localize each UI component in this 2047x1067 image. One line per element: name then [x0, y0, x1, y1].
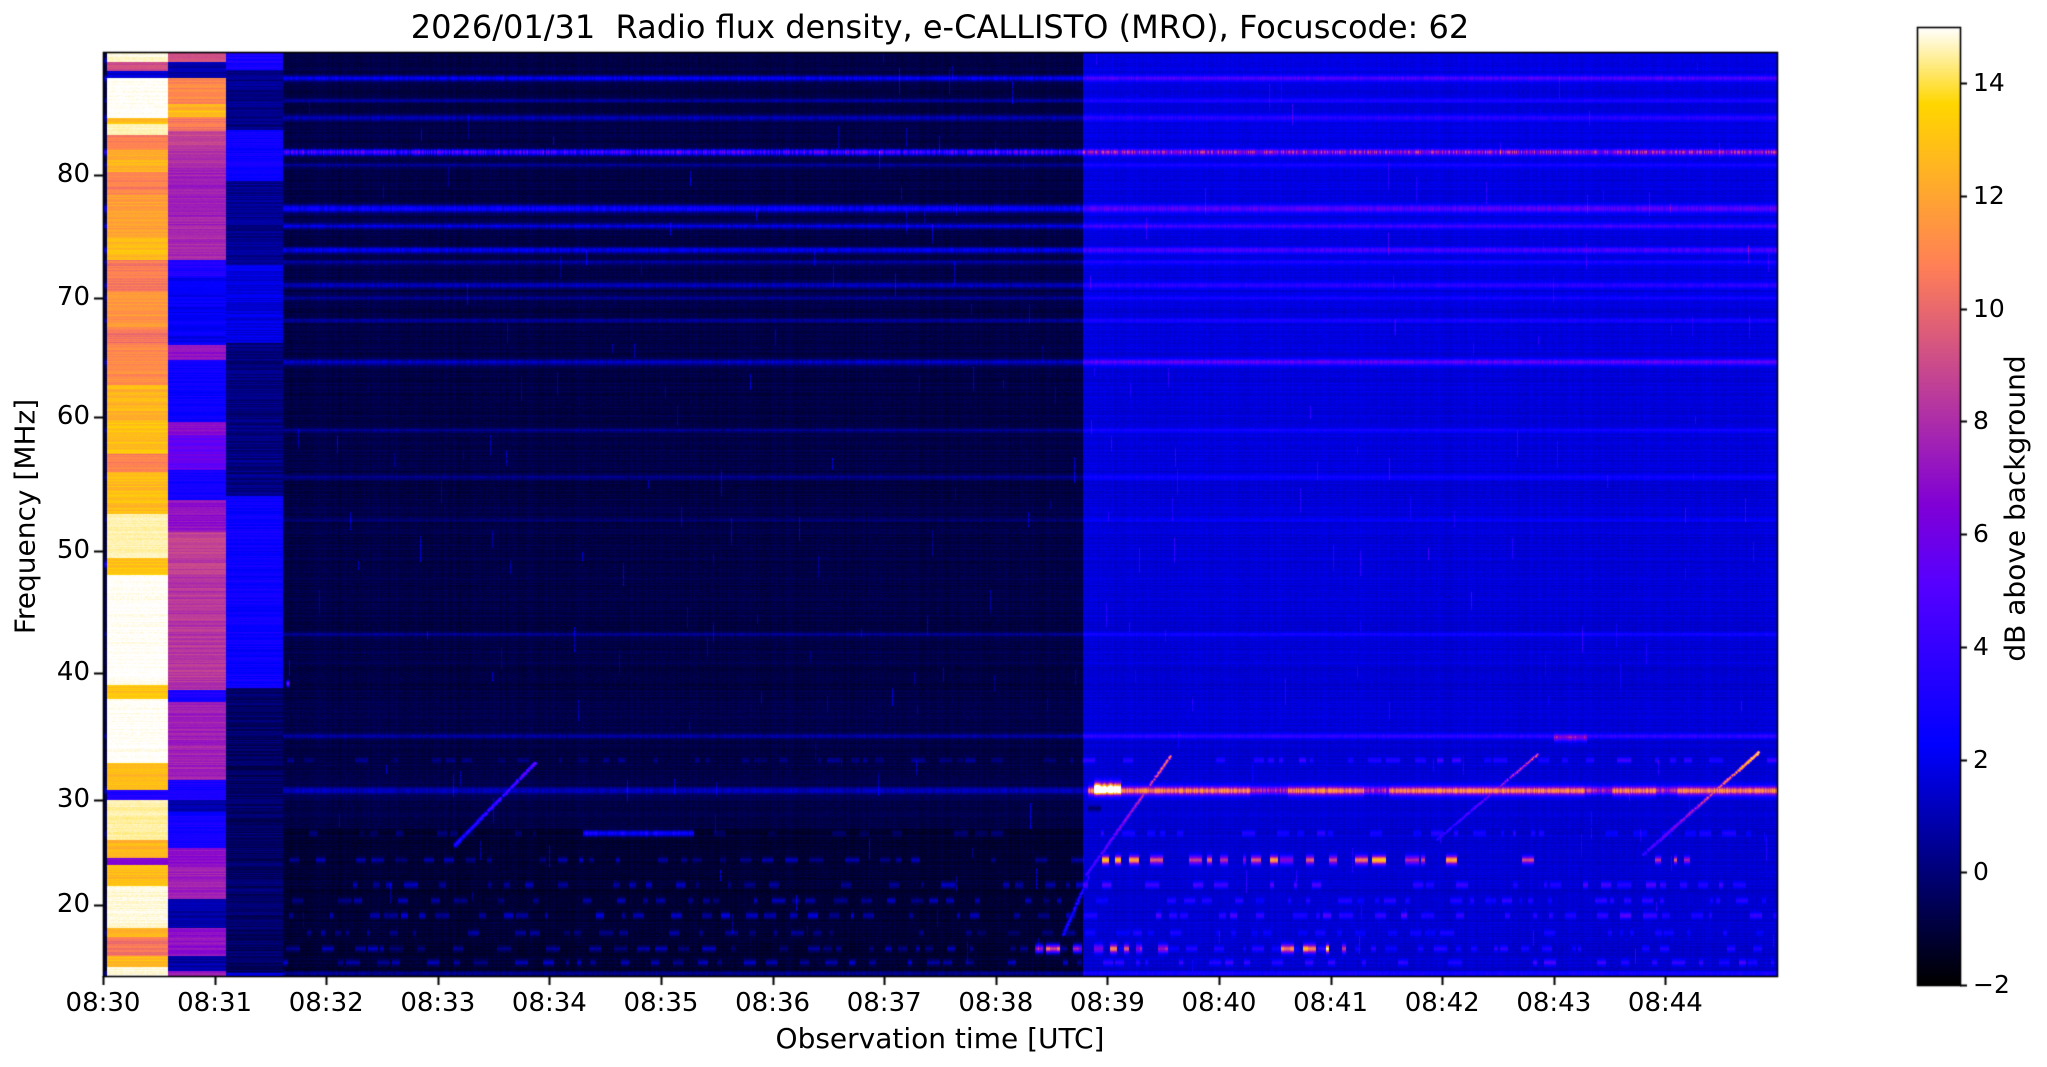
- x-tick-label: 08:38: [936, 988, 1056, 1018]
- colorbar-tick-label: 8: [1973, 406, 1989, 435]
- spectrogram-canvas: [0, 0, 2047, 1067]
- spectrogram-figure: 2026/01/31 Radio flux density, e-CALLIST…: [0, 0, 2047, 1067]
- x-tick-label: 08:32: [266, 988, 386, 1018]
- colorbar-label: dB above background: [1999, 279, 2032, 739]
- x-tick-label: 08:36: [713, 988, 833, 1018]
- colorbar-tick-label: 4: [1973, 632, 1989, 661]
- x-tick-label: 08:41: [1271, 988, 1391, 1018]
- y-tick-label: 50: [20, 535, 90, 565]
- x-tick-label: 08:43: [1494, 988, 1614, 1018]
- y-tick-label: 80: [20, 159, 90, 189]
- x-tick-label: 08:44: [1605, 988, 1725, 1018]
- colorbar-tick-label: 12: [1973, 181, 2005, 210]
- y-tick-label: 30: [20, 784, 90, 814]
- colorbar-tick-label: 14: [1973, 68, 2005, 97]
- colorbar-tick-label: 2: [1973, 745, 1989, 774]
- x-tick-label: 08:37: [824, 988, 944, 1018]
- x-tick-label: 08:42: [1382, 988, 1502, 1018]
- colorbar-tick-label: 10: [1973, 294, 2005, 323]
- x-tick-label: 08:34: [489, 988, 609, 1018]
- y-tick-label: 40: [20, 657, 90, 687]
- colorbar-tick-label: 0: [1973, 857, 1989, 886]
- y-tick-label: 60: [20, 401, 90, 431]
- y-tick-label: 70: [20, 282, 90, 312]
- x-tick-label: 08:33: [378, 988, 498, 1018]
- x-tick-label: 08:30: [43, 988, 163, 1018]
- x-tick-label: 08:40: [1159, 988, 1279, 1018]
- colorbar-tick-label: −2: [1973, 970, 2010, 999]
- x-tick-label: 08:39: [1047, 988, 1167, 1018]
- colorbar-tick-label: 6: [1973, 519, 1989, 548]
- y-tick-label: 20: [20, 889, 90, 919]
- x-axis-label: Observation time [UTC]: [103, 1022, 1777, 1055]
- plot-title: 2026/01/31 Radio flux density, e-CALLIST…: [103, 8, 1777, 46]
- x-tick-label: 08:31: [155, 988, 275, 1018]
- x-tick-label: 08:35: [601, 988, 721, 1018]
